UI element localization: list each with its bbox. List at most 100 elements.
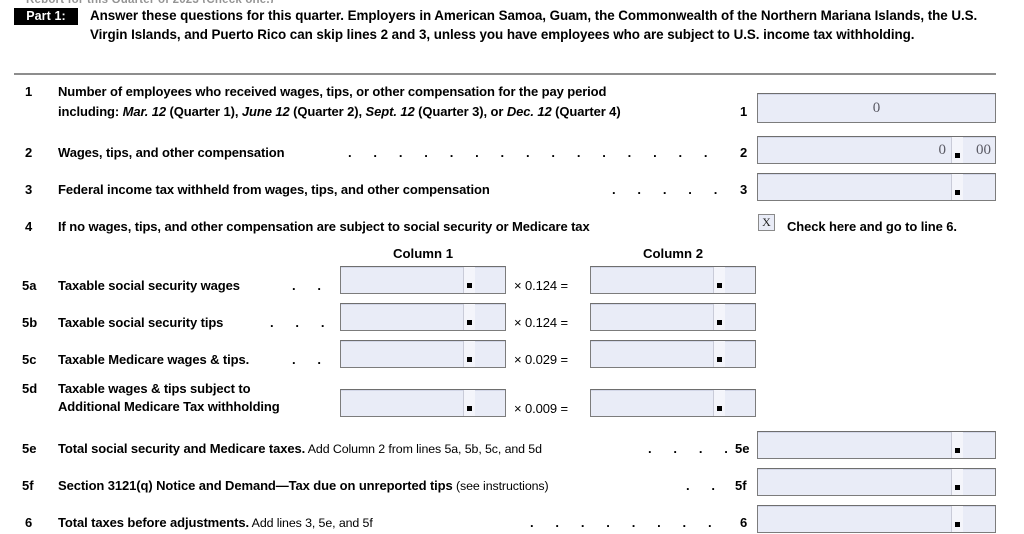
- line-2-label: Wages, tips, and other compensation: [58, 145, 285, 160]
- line-5a-col1-decimal-separator: [463, 267, 475, 293]
- line-5b-label: Taxable social security tips: [58, 315, 224, 330]
- line-5b-col2-decimal-separator: [713, 304, 725, 330]
- clipped-top-text: Report for this Quarter of 2023 (Check o…: [26, 0, 996, 3]
- line-5d-col2-cents: [726, 390, 751, 416]
- line-5c-col2-cents: [726, 341, 751, 367]
- part1-instruction: Answer these questions for this quarter.…: [90, 8, 978, 43]
- line-1-sep12: Sept. 12: [365, 104, 415, 119]
- column-1-header: Column 1: [392, 246, 454, 261]
- line-5c-col2-input[interactable]: [590, 340, 756, 368]
- line-6-boxnum: 6: [740, 515, 748, 530]
- line-5a-col1-input[interactable]: [340, 266, 506, 294]
- line-1-label-part1: Number of employees who received wages, …: [58, 84, 607, 99]
- line-1-boxnum: 1: [740, 104, 748, 119]
- line-5d-label-line1: Taxable wages & tips subject to: [58, 381, 251, 396]
- line-1-mar12: Mar. 12: [122, 104, 167, 119]
- line-5f-input[interactable]: [757, 468, 996, 496]
- line-1-input[interactable]: 0: [757, 93, 996, 123]
- line-5c-label: Taxable Medicare wages & tips.: [58, 352, 250, 367]
- line-5e-input[interactable]: [757, 431, 996, 459]
- line-6-leader: . . . . . . . . . .: [530, 516, 730, 530]
- line-5e-cents: [964, 432, 991, 458]
- line-1-inc: including:: [58, 104, 123, 119]
- line-3-leader: . . . . . .: [612, 183, 732, 197]
- line-5b-leader: . . .: [270, 316, 334, 330]
- line-5b-col2-cents: [726, 304, 751, 330]
- line-5b-col1-decimal-separator: [463, 304, 475, 330]
- line-5b-col1-input[interactable]: [340, 303, 506, 331]
- line-5f-number: 5f: [22, 478, 34, 493]
- line-5a-col2-decimal-separator: [713, 267, 725, 293]
- line-4-checkbox-label: Check here and go to line 6.: [787, 219, 957, 234]
- line-6-number: 6: [25, 515, 33, 530]
- line-6-label-bold: Total taxes before adjustments.: [58, 515, 249, 530]
- line-3-input[interactable]: [757, 173, 996, 201]
- line-5c-multiplier: × 0.029 =: [514, 352, 569, 367]
- line-5c-col1-input[interactable]: [340, 340, 506, 368]
- part1-header: Part 1: Answer these questions for this …: [0, 6, 1024, 70]
- form-941-part1-page: Report for this Quarter of 2023 (Check o…: [0, 0, 1024, 534]
- line-1-dec12: Dec. 12: [506, 104, 552, 119]
- line-5e-decimal-separator: [951, 432, 963, 458]
- line-5d-col1-decimal-separator: [463, 390, 475, 416]
- line-6-input[interactable]: [757, 505, 996, 533]
- line-3-dollars: [768, 174, 946, 200]
- line-5d-col2-dollars: [599, 390, 709, 416]
- line-5a-number: 5a: [22, 278, 37, 293]
- line-3-cents: [964, 174, 991, 200]
- line-5a-col1-cents: [476, 267, 501, 293]
- line-6-dollars: [768, 506, 946, 532]
- line-4-checkbox[interactable]: X: [758, 214, 775, 231]
- line-2-boxnum: 2: [740, 145, 748, 160]
- line-5d-multiplier: × 0.009 =: [514, 401, 569, 416]
- line-5d-col1-dollars: [349, 390, 459, 416]
- line-1-label-part2: including: Mar. 12 (Quarter 1), June 12 …: [58, 103, 621, 122]
- line-5f-dollars: [768, 469, 946, 495]
- line-5f-label-reg: (see instructions): [452, 479, 549, 493]
- line-5b-col1-dollars: [349, 304, 459, 330]
- line-5a-multiplier: × 0.124 =: [514, 278, 569, 293]
- line-5b-number: 5b: [22, 315, 38, 330]
- line-6-cents: [964, 506, 991, 532]
- line-2-decimal-separator: [951, 137, 963, 163]
- line-5c-col2-decimal-separator: [713, 341, 725, 367]
- line-5b-col2-input[interactable]: [590, 303, 756, 331]
- line-1-q2: (Quarter 2),: [289, 104, 366, 119]
- part1-tag: Part 1:: [14, 8, 78, 25]
- line-4-label: If no wages, tips, and other compensatio…: [58, 219, 590, 234]
- line-5d-col1-input[interactable]: [340, 389, 506, 417]
- line-5d-col1-cents: [476, 390, 501, 416]
- line-3-label: Federal income tax withheld from wages, …: [58, 182, 490, 197]
- line-5b-col1-cents: [476, 304, 501, 330]
- line-5f-leader: . .: [686, 479, 725, 493]
- line-1-value: 0: [872, 99, 881, 116]
- line-1-number: 1: [25, 84, 33, 99]
- column-2-header: Column 2: [642, 246, 704, 261]
- line-5f-boxnum: 5f: [735, 478, 747, 493]
- line-1-q1: (Quarter 1),: [166, 104, 242, 119]
- line-2-cents: 00: [976, 141, 991, 158]
- rule-under-part1: [14, 73, 996, 75]
- line-3-decimal-separator: [951, 174, 963, 200]
- line-2-input[interactable]: 0 00: [757, 136, 996, 164]
- line-4-number: 4: [25, 219, 33, 234]
- line-5e-label-reg: Add Column 2 from lines 5a, 5b, 5c, and …: [305, 442, 542, 456]
- line-5b-multiplier: × 0.124 =: [514, 315, 569, 330]
- line-5a-col2-input[interactable]: [590, 266, 756, 294]
- line-5b-col2-dollars: [599, 304, 709, 330]
- line-5d-number: 5d: [22, 381, 38, 396]
- line-6-label-reg: Add lines 3, 5e, and 5f: [249, 516, 373, 530]
- line-5f-label-bold: Section 3121(q) Notice and Demand—Tax du…: [58, 478, 453, 493]
- line-3-number: 3: [25, 182, 33, 197]
- line-5e-boxnum: 5e: [735, 441, 750, 456]
- line-5e-label: Total social security and Medicare taxes…: [58, 440, 542, 459]
- line-5a-col2-cents: [726, 267, 751, 293]
- line-5f-cents: [964, 469, 991, 495]
- line-5c-col2-dollars: [599, 341, 709, 367]
- line-1-jun12: June 12: [241, 104, 290, 119]
- line-1-q4: (Quarter 4): [551, 104, 621, 119]
- line-5d-col2-input[interactable]: [590, 389, 756, 417]
- line-5a-leader: . .: [292, 279, 331, 293]
- line-6-decimal-separator: [951, 506, 963, 532]
- line-5c-col1-dollars: [349, 341, 459, 367]
